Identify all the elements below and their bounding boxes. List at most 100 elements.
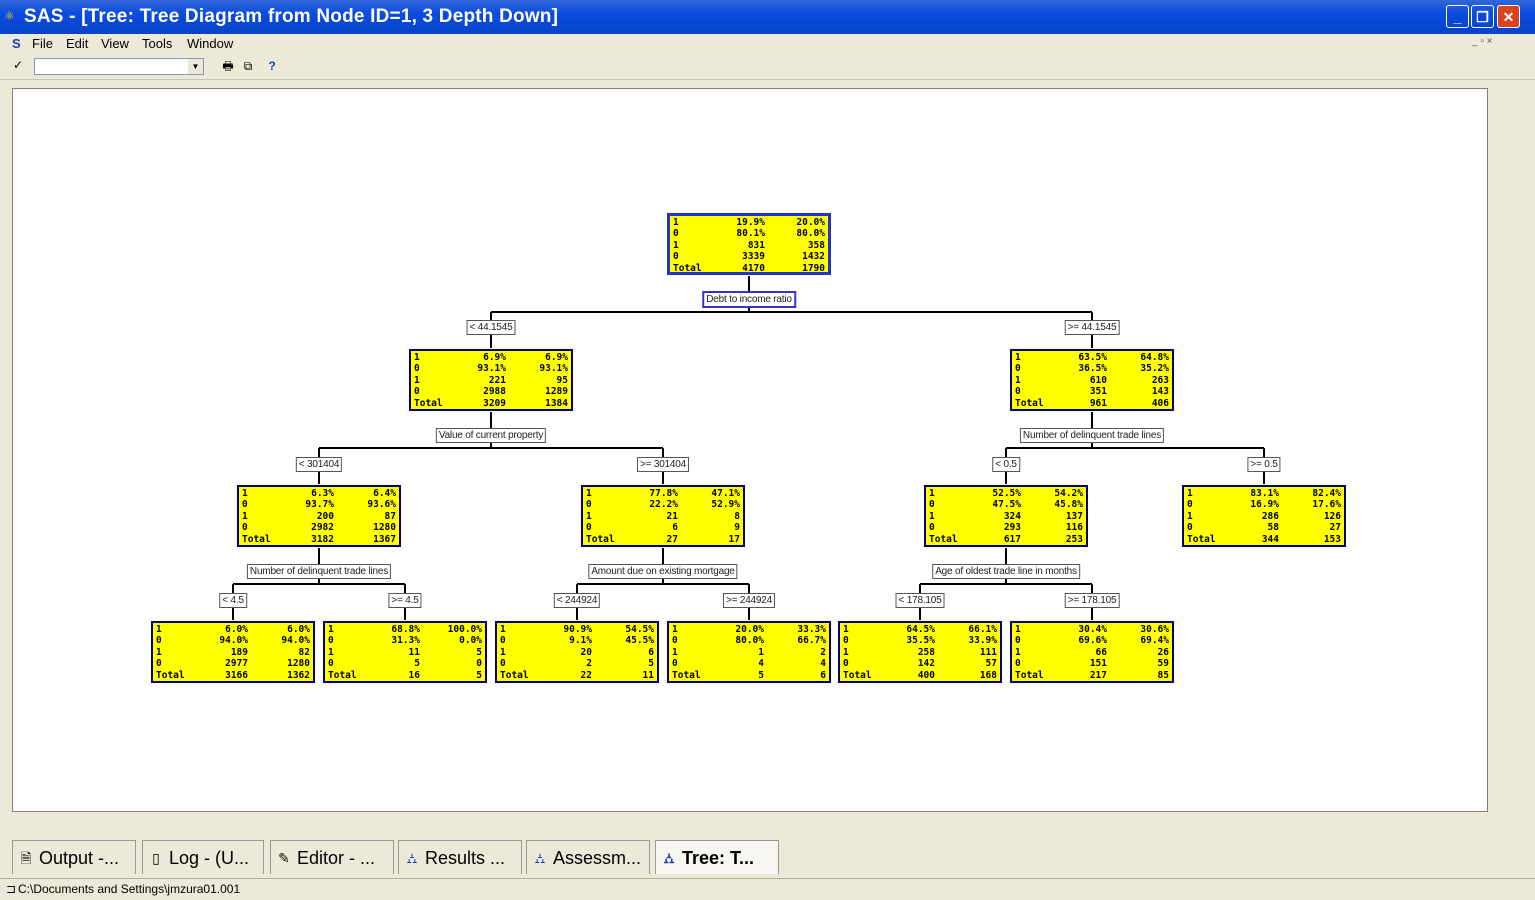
node-row: Total 3209 1384: [414, 398, 568, 409]
tree-node-ll[interactable]: 1 6.3% 6.4% 0 93.7% 93.6% 1 200 87 0 2982 1280 Total…: [237, 485, 401, 547]
node-value-train: 94.0%: [219, 635, 248, 647]
node-row-label: Total: [500, 669, 529, 681]
node-value-train: 142: [917, 658, 935, 670]
node-value-train: 221: [488, 374, 506, 386]
node-row-label: 0: [1015, 363, 1021, 375]
node-row: Total 3182 1367: [242, 534, 396, 545]
node-value-train: 2: [586, 658, 592, 670]
help-icon[interactable]: ?: [264, 58, 280, 74]
command-box[interactable]: ▼: [34, 58, 204, 75]
node-value-valid: 1432: [802, 251, 825, 263]
node-value-train: 83.1%: [1250, 488, 1279, 499]
node-row: 1 200 87: [242, 511, 396, 522]
node-row-label: Total: [929, 533, 958, 545]
chevron-down-icon[interactable]: ▼: [188, 59, 203, 74]
node-row-label: 0: [586, 522, 592, 534]
tree-node-rl[interactable]: 1 52.5% 54.2% 0 47.5% 45.8% 1 324 137 0 293 116 Tota…: [924, 485, 1088, 547]
tree-node-lrl[interactable]: 1 90.9% 54.5% 0 9.1% 45.5% 1 20 6 0 2 5 Total 22 11: [495, 621, 659, 683]
restore-button[interactable]: ❐: [1471, 5, 1494, 28]
node-value-train: 344: [1261, 533, 1279, 545]
node-row-label: Total: [843, 669, 872, 681]
check-icon[interactable]: ✓: [13, 58, 23, 72]
node-value-valid: 82: [298, 646, 310, 658]
node-row: Total 5 6: [672, 670, 826, 681]
node-row-label: 0: [1187, 522, 1193, 534]
node-row-label: 0: [242, 499, 248, 511]
node-row: 1 6.0% 6.0%: [156, 624, 310, 635]
tree-node-lll[interactable]: 1 6.0% 6.0% 0 94.0% 94.0% 1 189 82 0 2977 1280 Total…: [151, 621, 315, 683]
menu-view[interactable]: View: [101, 36, 129, 51]
menu-tools[interactable]: Tools: [142, 36, 172, 51]
node-row: Total 3166 1362: [156, 670, 310, 681]
node-value-train: 200: [316, 510, 334, 522]
tree-node-r1[interactable]: 1 63.5% 64.8% 0 36.5% 35.2% 1 610 263 0 351 143 Tota…: [1010, 349, 1174, 411]
print-icon[interactable]: 🖶: [220, 58, 236, 74]
node-value-train: 80.0%: [735, 635, 764, 647]
branch-label-rl: < 0.5: [992, 457, 1020, 472]
menu-edit[interactable]: Edit: [66, 36, 88, 51]
tree-node-rll[interactable]: 1 64.5% 66.1% 0 35.5% 33.9% 1 258 111 0 142 57 Total…: [838, 621, 1002, 683]
node-value-train: 5: [414, 658, 420, 670]
node-row: 0 36.5% 35.2%: [1015, 363, 1169, 374]
node-row: 0 151 59: [1015, 658, 1169, 669]
node-row: 0 22.2% 52.9%: [586, 499, 740, 510]
node-row-label: 0: [586, 499, 592, 511]
node-row: 0 2982 1280: [242, 522, 396, 533]
node-value-valid: 137: [1065, 510, 1083, 522]
node-value-train: 20: [580, 646, 592, 658]
menu-file[interactable]: File: [32, 36, 53, 51]
tree-node-root[interactable]: 1 19.9% 20.0% 0 80.1% 80.0% 1 831 358 0 3339 1432 To…: [667, 213, 831, 275]
node-value-valid: 0: [476, 658, 482, 670]
node-row: 1 6.9% 6.9%: [414, 352, 568, 363]
node-row-label: Total: [673, 262, 702, 274]
node-value-train: 31.3%: [391, 635, 420, 647]
title-bar: ⚛ SAS - [Tree: Tree Diagram from Node ID…: [0, 0, 1535, 34]
tab-assessment[interactable]: ⛼ Assessm...: [526, 840, 650, 874]
node-row: 1 64.5% 66.1%: [843, 624, 997, 635]
node-row-label: Total: [414, 397, 443, 409]
node-row-label: Total: [1187, 533, 1216, 545]
tree-canvas[interactable]: [12, 88, 1488, 812]
window-title: SAS - [Tree: Tree Diagram from Node ID=1…: [24, 6, 559, 27]
node-row-label: 1: [672, 624, 678, 635]
node-row-label: 1: [414, 352, 420, 363]
node-row: 0 58 27: [1187, 522, 1341, 533]
tree-node-rr[interactable]: 1 83.1% 82.4% 0 16.9% 17.6% 1 286 126 0 58 27 Total 3…: [1182, 485, 1346, 547]
node-value-train: 324: [1003, 510, 1021, 522]
node-value-train: 1: [758, 646, 764, 658]
sas-menu-icon[interactable]: S: [12, 36, 21, 51]
sas-icon[interactable]: ⚛: [4, 9, 20, 23]
child-window-controls[interactable]: _ ▫ ×: [1472, 36, 1493, 47]
node-value-valid: 94.0%: [281, 635, 310, 647]
node-value-valid: 20.0%: [796, 217, 825, 228]
node-row-label: 1: [1187, 488, 1193, 499]
tab-editor[interactable]: ✎ Editor - ...: [270, 840, 394, 874]
assessment-tree-icon: ⛼: [534, 850, 546, 866]
minimize-button[interactable]: _: [1446, 5, 1469, 28]
tree-node-llr[interactable]: 1 68.8% 100.0% 0 31.3% 0.0% 1 11 5 0 5 0 Total 16 5: [323, 621, 487, 683]
tab-tree[interactable]: ⛼ Tree: T...: [655, 840, 779, 874]
tab-log[interactable]: ▯ Log - (U...: [142, 840, 264, 874]
node-value-train: 20.0%: [735, 624, 764, 635]
node-row: 0 2988 1289: [414, 386, 568, 397]
node-row-label: Total: [1015, 397, 1044, 409]
node-value-valid: 126: [1323, 510, 1341, 522]
node-row: Total 27 17: [586, 534, 740, 545]
node-value-valid: 6: [820, 669, 826, 681]
branch-label-lrl: < 244924: [553, 593, 601, 608]
tree-node-rlr[interactable]: 1 30.4% 30.6% 0 69.6% 69.4% 1 66 26 0 151 59 Total 21…: [1010, 621, 1174, 683]
tab-output[interactable]: 🗎 Output -...: [12, 840, 136, 874]
print-preview-icon[interactable]: ⧉: [240, 58, 256, 74]
tab-results[interactable]: ⛼ Results ...: [398, 840, 522, 874]
node-row: 1 30.4% 30.6%: [1015, 624, 1169, 635]
node-row-label: 1: [1187, 510, 1193, 522]
tree-node-l1[interactable]: 1 6.9% 6.9% 0 93.1% 93.1% 1 221 95 0 2988 1289 Total…: [409, 349, 573, 411]
tree-node-lrr[interactable]: 1 20.0% 33.3% 0 80.0% 66.7% 1 1 2 0 4 4 Total 5 6: [667, 621, 831, 683]
node-row-label: 1: [500, 646, 506, 658]
node-value-valid: 45.5%: [625, 635, 654, 647]
node-value-valid: 26: [1157, 646, 1169, 658]
close-button[interactable]: ✕: [1497, 5, 1520, 28]
menu-window[interactable]: Window: [187, 36, 233, 51]
node-row: 0 93.1% 93.1%: [414, 363, 568, 374]
tree-node-lr[interactable]: 1 77.8% 47.1% 0 22.2% 52.9% 1 21 8 0 6 9 Total 27 17: [581, 485, 745, 547]
